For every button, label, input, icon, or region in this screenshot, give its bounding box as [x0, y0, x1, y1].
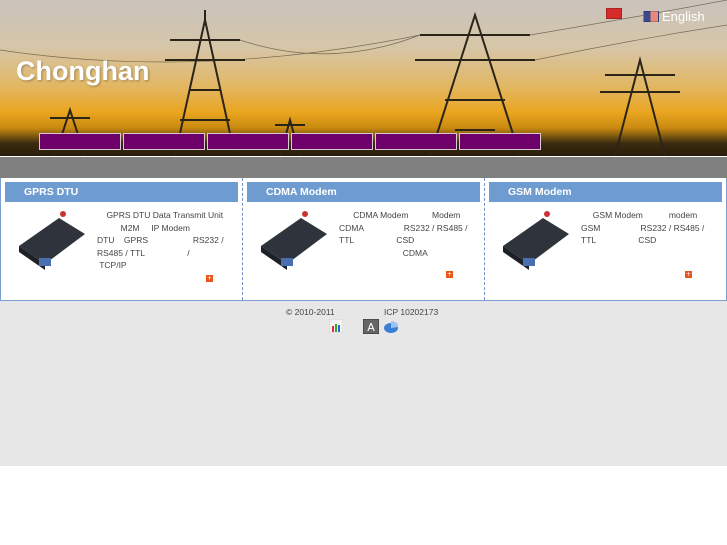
lang-english-label: English — [662, 9, 705, 24]
lang-english[interactable]: English — [643, 9, 705, 24]
cn-flag-icon — [606, 8, 622, 19]
stats-icon[interactable] — [329, 319, 343, 333]
site-logo[interactable]: Chonghan — [16, 56, 149, 87]
lang-chinese[interactable] — [606, 8, 625, 19]
nav-item-6[interactable] — [459, 133, 541, 150]
us-flag-icon — [643, 11, 659, 22]
sub-nav-bar — [0, 157, 727, 178]
more-icon[interactable]: + — [446, 271, 453, 278]
svg-text:A: A — [367, 321, 375, 334]
nav-item-1[interactable] — [39, 133, 121, 150]
product-title[interactable]: GSM Modem — [489, 182, 722, 202]
footer: © 2010-2011 ICP 10202173 A — [0, 301, 727, 466]
product-description: GSM Modem modem GSM RS232 / RS485 / TTL … — [581, 210, 705, 245]
nav-item-5[interactable] — [375, 133, 457, 150]
product-title[interactable]: GPRS DTU — [5, 182, 238, 202]
product-description: GPRS DTU Data Transmit Unit M2M IP Modem… — [97, 210, 224, 270]
modem-image[interactable] — [499, 208, 571, 270]
product-title[interactable]: CDMA Modem — [247, 182, 480, 202]
copyright: © 2010-2011 — [286, 307, 335, 317]
nav-item-4[interactable] — [291, 133, 373, 150]
main-nav — [39, 133, 541, 150]
product-card-cdma: CDMA Modem CDMA Modem Modem CDMA RS232 /… — [242, 178, 484, 300]
more-icon[interactable]: + — [206, 275, 213, 282]
product-card-gprs: GPRS DTU GPRS DTU Data Transmit Unit M2M… — [1, 178, 242, 300]
products-panel: GPRS DTU GPRS DTU Data Transmit Unit M2M… — [0, 178, 727, 301]
admin-icon[interactable]: A — [363, 319, 379, 334]
product-description: CDMA Modem Modem CDMA RS232 / RS485 / TT… — [339, 210, 468, 258]
header-banner: Chonghan English — [0, 0, 727, 156]
chart-icon[interactable] — [383, 319, 399, 334]
product-card-gsm: GSM Modem GSM Modem modem GSM RS232 / RS… — [484, 178, 726, 300]
more-icon[interactable]: + — [685, 271, 692, 278]
nav-item-3[interactable] — [207, 133, 289, 150]
modem-image[interactable] — [15, 208, 87, 270]
icp-number[interactable]: ICP 10202173 — [384, 307, 438, 317]
modem-image[interactable] — [257, 208, 329, 270]
nav-item-2[interactable] — [123, 133, 205, 150]
